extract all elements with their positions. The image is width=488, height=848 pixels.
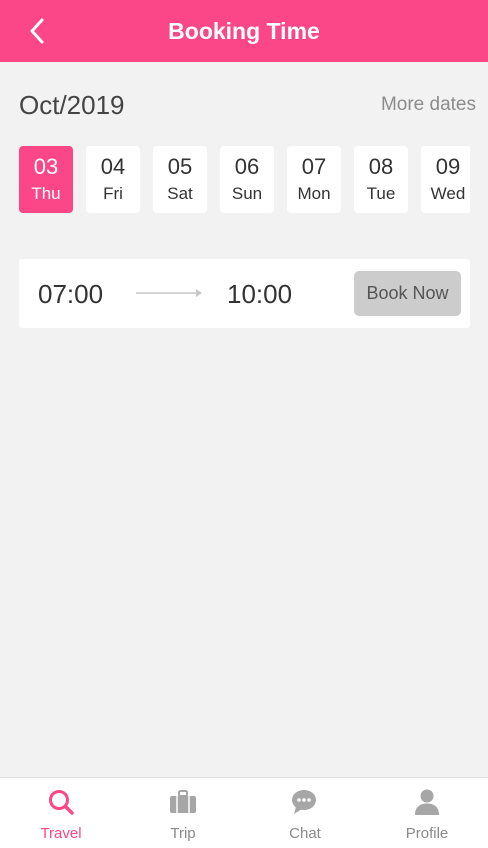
date-day: 05 xyxy=(167,154,193,179)
tab-travel[interactable]: Travel xyxy=(0,778,122,848)
date-card[interactable]: 06 Sun xyxy=(220,146,274,213)
date-day: 08 xyxy=(368,154,394,179)
tab-trip[interactable]: Trip xyxy=(122,778,244,848)
tab-label: Trip xyxy=(170,825,196,842)
date-card[interactable]: 05 Sat xyxy=(153,146,207,213)
book-now-button[interactable]: Book Now xyxy=(354,271,461,316)
tab-chat[interactable]: Chat xyxy=(244,778,366,848)
date-card[interactable]: 09 Wed xyxy=(421,146,470,213)
tab-label: Travel xyxy=(40,825,82,842)
month-label: Oct/2019 xyxy=(19,89,125,120)
tab-label: Chat xyxy=(289,825,321,842)
date-day: 06 xyxy=(234,154,260,179)
slot-end-time: 10:00 xyxy=(227,279,293,309)
date-weekday: Sun xyxy=(231,184,263,203)
page-title: Booking Time xyxy=(168,17,320,44)
tab-profile[interactable]: Profile xyxy=(366,778,488,848)
date-day: 03 xyxy=(33,154,59,179)
back-button[interactable] xyxy=(22,15,52,47)
date-card[interactable]: 08 Tue xyxy=(354,146,408,213)
tab-label: Profile xyxy=(405,825,449,842)
time-slot-card: 07:00 10:00 Book Now xyxy=(19,259,470,328)
more-dates-link[interactable]: More dates xyxy=(381,94,476,116)
date-day: 09 xyxy=(435,154,461,179)
person-icon xyxy=(412,787,442,817)
date-card[interactable]: 07 Mon xyxy=(287,146,341,213)
date-weekday: Wed xyxy=(430,184,466,203)
date-weekday: Mon xyxy=(297,184,331,203)
date-track: 03 Thu 04 Fri 05 Sat 06 Sun 07 Mon 08 Tue 09 Wed xyxy=(19,146,470,213)
date-weekday: Sat xyxy=(167,184,193,203)
chat-icon xyxy=(290,787,320,817)
date-weekday: Thu xyxy=(31,184,61,203)
slot-start-time: 07:00 xyxy=(38,279,104,309)
arrow-right-icon xyxy=(136,289,202,297)
chevron-left-icon xyxy=(30,18,44,44)
date-day: 04 xyxy=(100,154,126,179)
date-strip[interactable]: 03 Thu 04 Fri 05 Sat 06 Sun 07 Mon 08 Tue 09 Wed xyxy=(19,146,470,213)
suitcase-icon xyxy=(168,787,198,817)
search-icon xyxy=(46,787,76,817)
bottom-tab-bar: Travel Trip Chat Profile xyxy=(0,777,488,848)
date-day: 07 xyxy=(301,154,327,179)
date-card[interactable]: 04 Fri xyxy=(86,146,140,213)
month-row: Oct/2019 More dates xyxy=(19,88,476,122)
date-weekday: Tue xyxy=(366,184,396,203)
date-weekday: Fri xyxy=(103,184,123,203)
top-bar: Booking Time xyxy=(0,0,488,62)
date-card[interactable]: 03 Thu xyxy=(19,146,73,213)
